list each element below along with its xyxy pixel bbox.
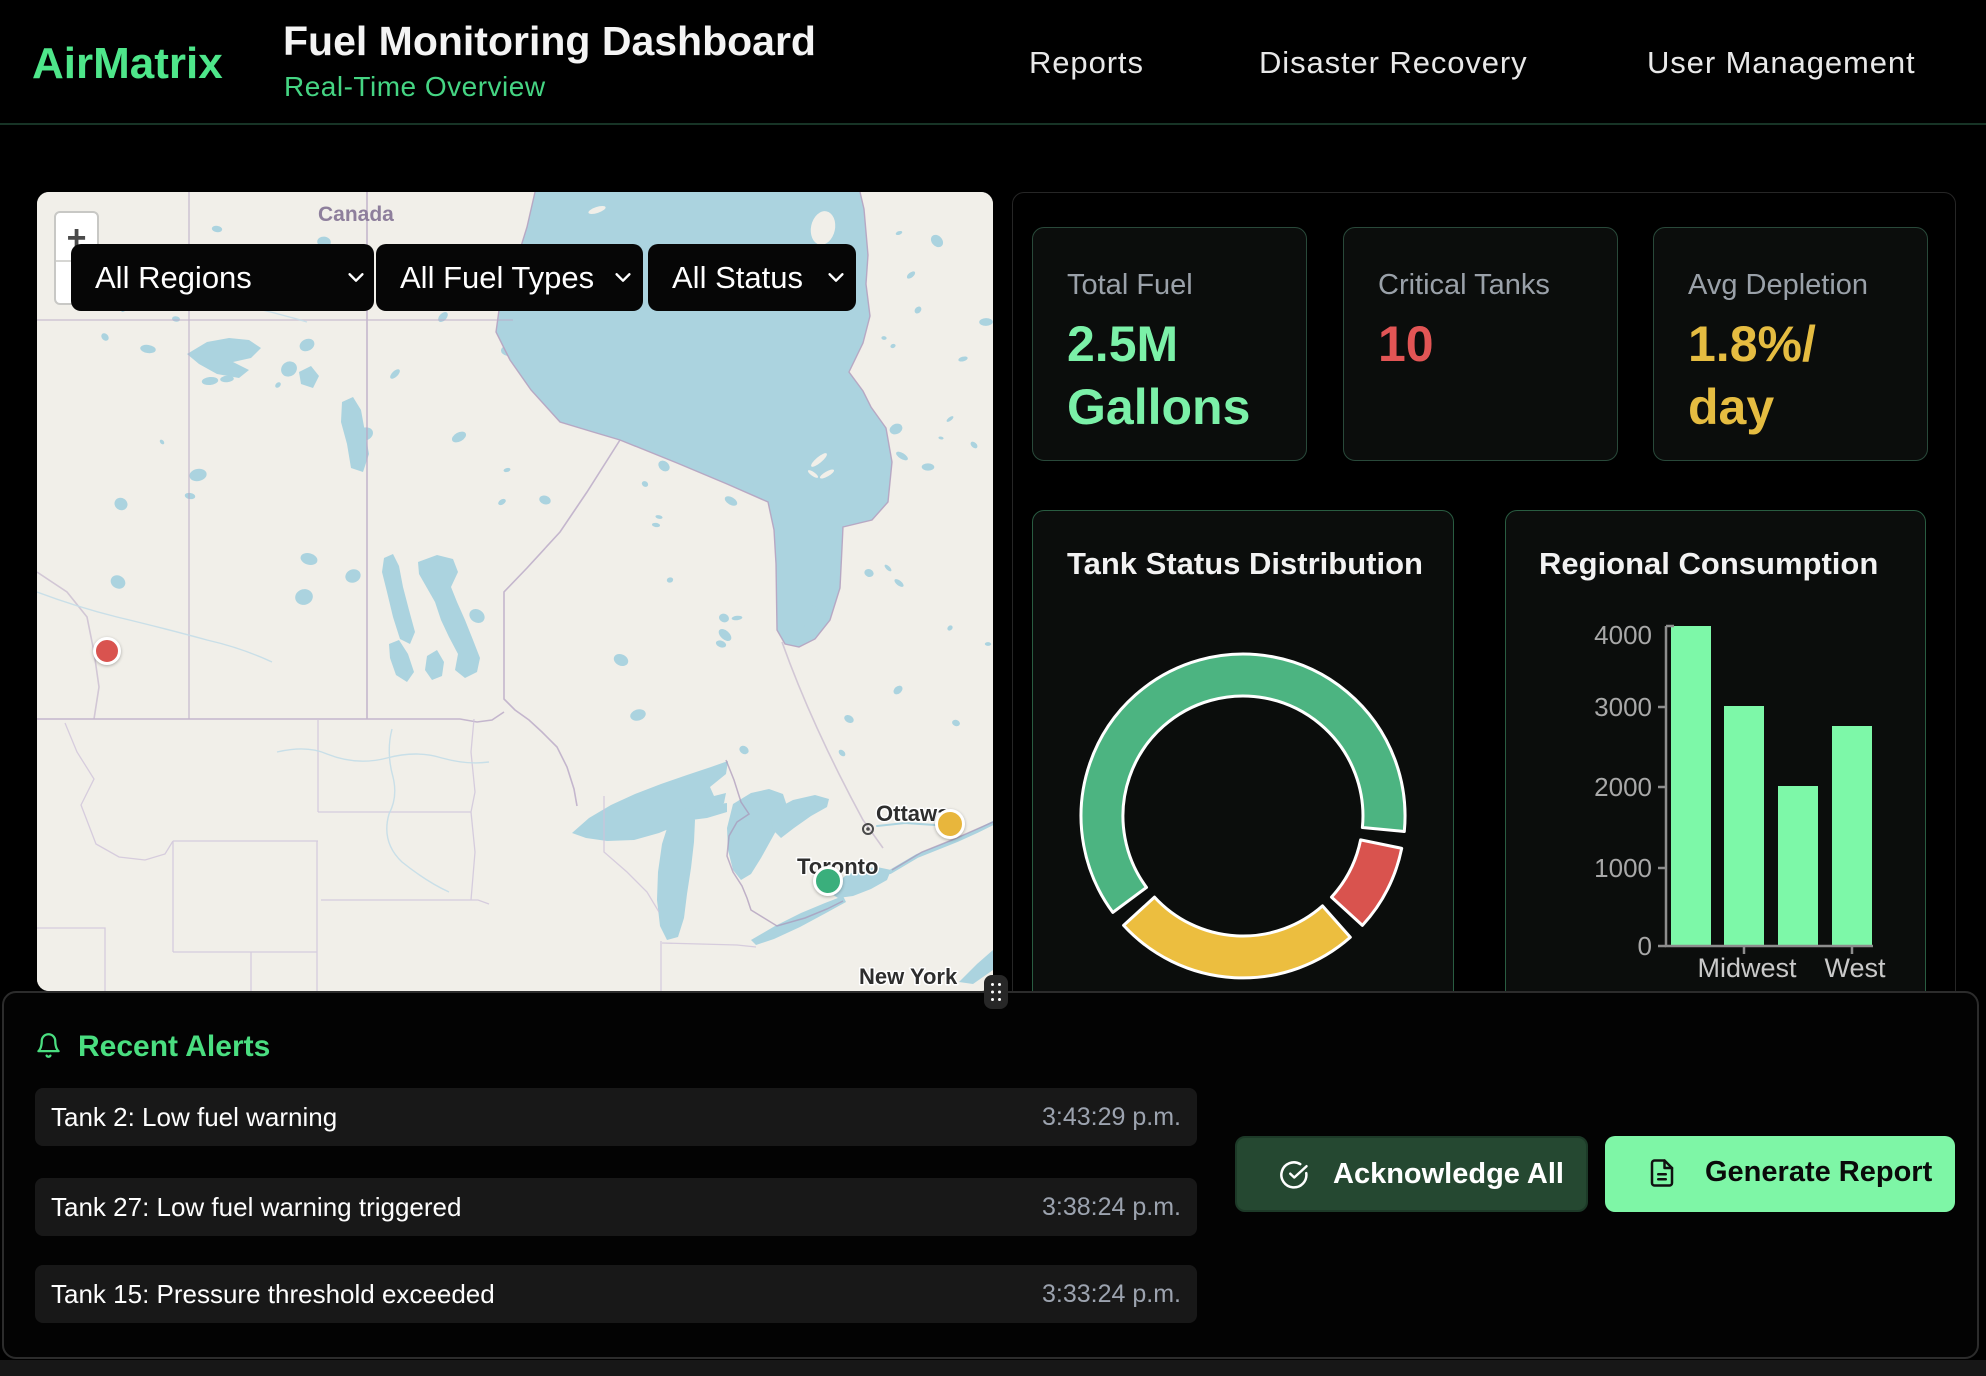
svg-text:4000: 4000 <box>1594 620 1652 650</box>
svg-text:Midwest: Midwest <box>1697 953 1797 983</box>
svg-text:2000: 2000 <box>1594 772 1652 802</box>
svg-text:1000: 1000 <box>1594 853 1652 883</box>
svg-text:New York: New York <box>859 964 958 989</box>
svg-text:West: West <box>1824 953 1886 983</box>
svg-text:3000: 3000 <box>1594 692 1652 722</box>
svg-text:Canada: Canada <box>318 203 394 226</box>
svg-text:0: 0 <box>1638 931 1652 961</box>
